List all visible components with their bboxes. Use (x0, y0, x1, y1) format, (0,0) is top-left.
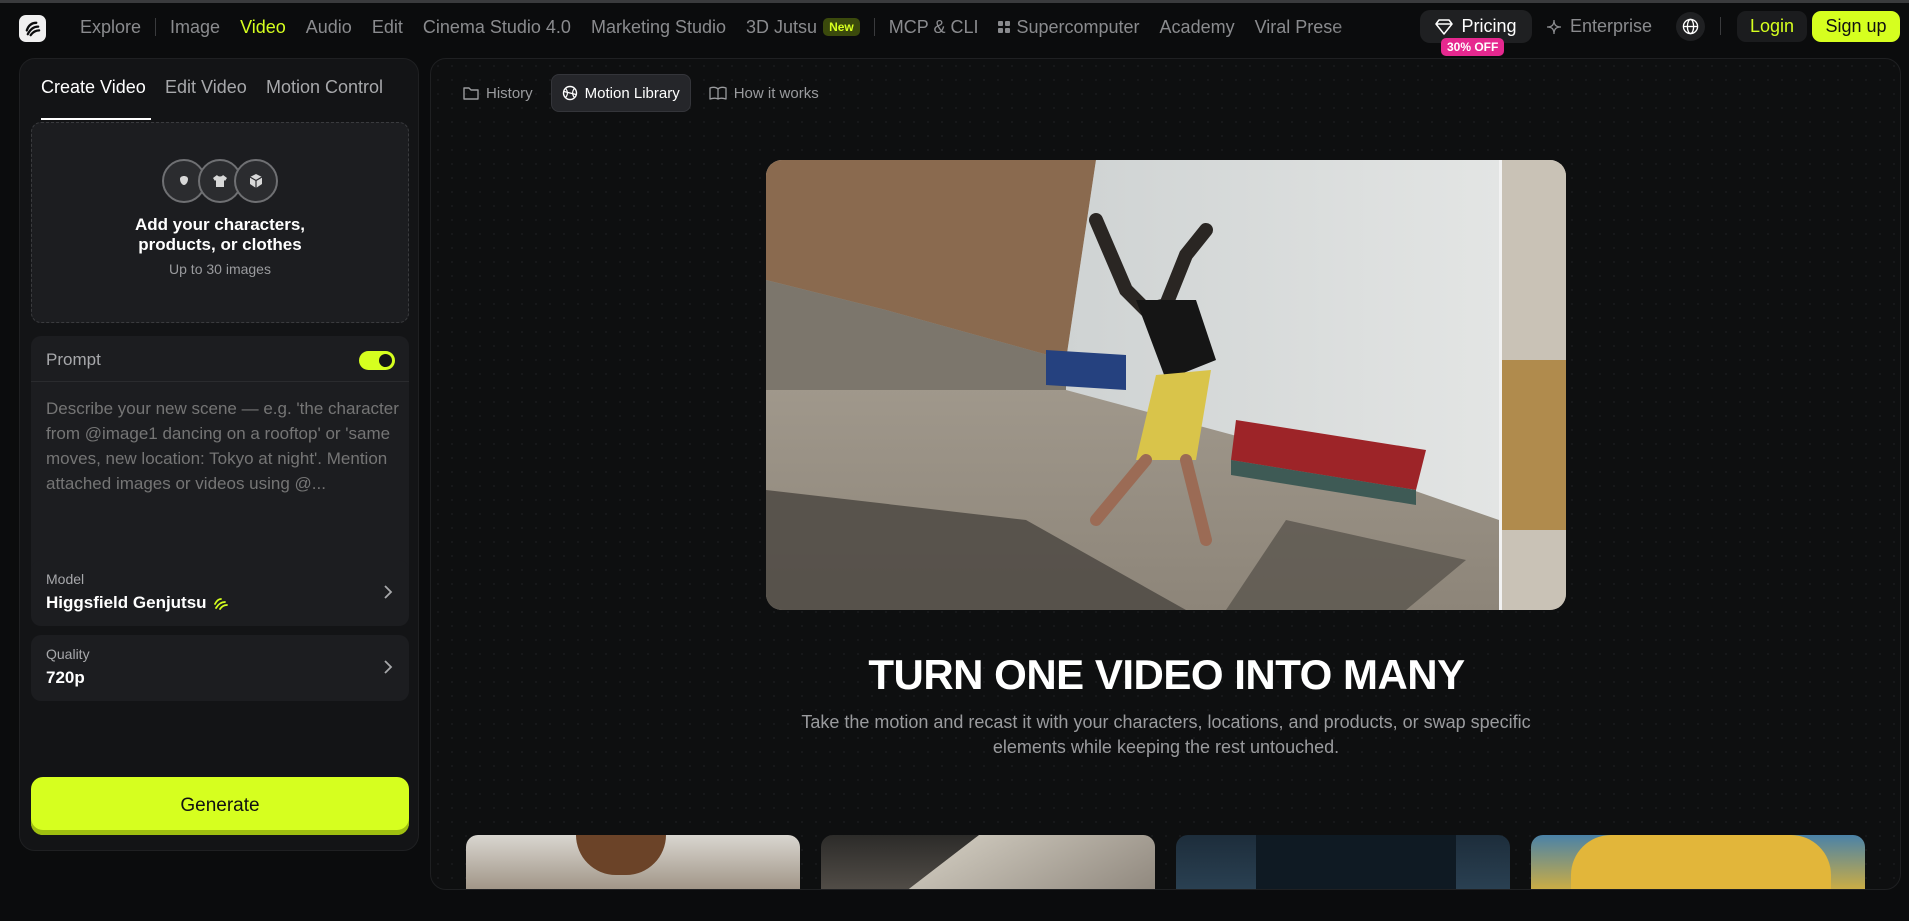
reference-upload-area[interactable]: Add your characters, products, or clothe… (31, 122, 409, 323)
tab-create-video[interactable]: Create Video (41, 77, 146, 98)
tab-motion-library[interactable]: Motion Library (550, 74, 691, 112)
genjutsu-icon (213, 598, 228, 610)
model-label: Model (46, 571, 85, 587)
tab-history[interactable]: History (453, 74, 543, 112)
card-preview (1256, 835, 1456, 889)
tab-how-it-works[interactable]: How it works (699, 74, 829, 112)
nav-item-viral-presets[interactable]: Viral Prese (1245, 17, 1353, 38)
hero-video-frame (766, 160, 1566, 610)
language-button[interactable] (1676, 12, 1705, 41)
upload-title: Add your characters, products, or clothe… (134, 215, 306, 254)
nav-item-audio[interactable]: Audio (296, 17, 362, 38)
folder-icon (463, 87, 479, 100)
generate-button[interactable]: Generate (31, 777, 409, 835)
nav-item-3d-jutsu[interactable]: 3D Jutsu New (736, 17, 870, 38)
chevron-right-icon (384, 660, 393, 674)
nav-item-mcp-cli[interactable]: MCP & CLI (879, 17, 989, 38)
tab-how-it-works-label: How it works (733, 84, 819, 102)
card-preview (901, 835, 1155, 889)
discount-badge: 30% OFF (1441, 38, 1505, 56)
nav-divider (1720, 17, 1721, 35)
motion-library-card[interactable] (821, 835, 1155, 889)
create-video-panel: Create Video Edit Video Motion Control A… (19, 58, 419, 851)
sparkle-icon (1546, 19, 1562, 34)
book-icon (709, 86, 727, 100)
nav-item-academy[interactable]: Academy (1150, 17, 1245, 38)
nav-item-edit[interactable]: Edit (362, 17, 413, 38)
motion-library-card[interactable] (1176, 835, 1510, 889)
nav-item-video[interactable]: Video (230, 17, 296, 38)
prompt-input[interactable] (46, 396, 406, 571)
tab-motion-library-label: Motion Library (584, 84, 680, 102)
higgsfield-logo[interactable] (19, 15, 46, 42)
nav-divider (873, 18, 875, 36)
prompt-label: Prompt (46, 350, 101, 369)
logo-icon (25, 21, 41, 37)
quality-label: Quality (46, 646, 90, 662)
box-icon (234, 159, 278, 203)
nav-menu: Explore Image Video Audio Edit Cinema St… (70, 3, 1352, 51)
model-selector[interactable]: Model Higgsfield Genjutsu (31, 560, 409, 626)
prompt-card: Prompt (31, 336, 409, 586)
enterprise-link[interactable]: Enterprise (1546, 10, 1652, 43)
page-subheadline: Take the motion and recast it with your … (801, 712, 1531, 757)
motion-library-card[interactable] (1531, 835, 1865, 889)
upload-subtitle: Up to 30 images (169, 261, 271, 277)
enterprise-label: Enterprise (1570, 16, 1653, 36)
hero-video-preview[interactable] (766, 160, 1566, 610)
quality-selector[interactable]: Quality 720p (31, 635, 409, 701)
prompt-header: Prompt (31, 336, 409, 382)
card-preview (576, 835, 666, 875)
nav-item-supercomputer-label: Supercomputer (1016, 16, 1140, 37)
tab-motion-control[interactable]: Motion Control (266, 77, 383, 98)
page-headline: TURN ONE VIDEO INTO MANY (868, 651, 1465, 698)
quality-value: 720p (46, 668, 85, 687)
upload-icons (162, 159, 278, 203)
ball-icon (562, 85, 577, 101)
tab-edit-video[interactable]: Edit Video (165, 77, 247, 98)
new-badge: New (823, 18, 860, 36)
login-button[interactable]: Login (1737, 11, 1807, 42)
model-name: Higgsfield Genjutsu (46, 593, 207, 612)
library-tabs: History Motion Library How it works (453, 74, 829, 112)
card-preview (1571, 835, 1831, 889)
active-tab-indicator (41, 118, 151, 120)
tab-history-label: History (486, 84, 533, 102)
globe-icon (1682, 18, 1699, 35)
nav-item-supercomputer[interactable]: Supercomputer (988, 17, 1149, 38)
pricing-label: Pricing (1461, 16, 1517, 36)
diamond-icon (1435, 18, 1454, 35)
nav-divider (155, 18, 157, 36)
prompt-toggle[interactable] (359, 351, 395, 370)
nav-item-image[interactable]: Image (160, 17, 230, 38)
mode-tabs: Create Video Edit Video Motion Control (20, 59, 418, 121)
grid-icon (998, 21, 1011, 33)
motion-library-card[interactable] (466, 835, 800, 889)
signup-button[interactable]: Sign up (1812, 11, 1900, 42)
nav-item-cinema-studio[interactable]: Cinema Studio 4.0 (413, 17, 581, 38)
nav-item-explore[interactable]: Explore (70, 17, 151, 38)
model-value: Higgsfield Genjutsu (46, 593, 229, 613)
toggle-knob (379, 354, 392, 367)
nav-item-marketing-studio[interactable]: Marketing Studio (581, 17, 736, 38)
motion-library-panel: History Motion Library How it works TURN… (430, 58, 1901, 890)
nav-item-3d-jutsu-label: 3D Jutsu (746, 16, 818, 37)
chevron-right-icon (384, 585, 393, 599)
